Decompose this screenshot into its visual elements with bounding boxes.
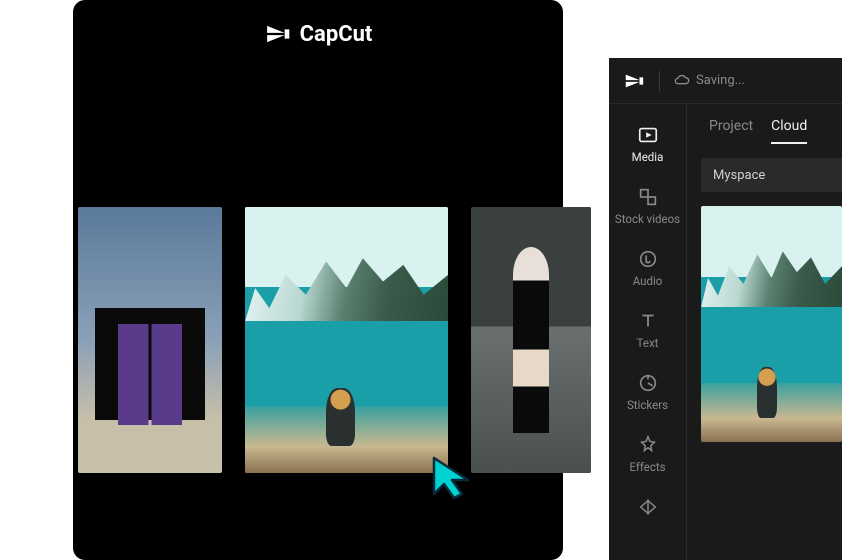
cloud-sync-icon bbox=[674, 73, 690, 89]
folder-name: Myspace bbox=[713, 168, 765, 183]
sidebar-item-transition[interactable] bbox=[609, 490, 687, 524]
editor-topbar: Saving... bbox=[609, 58, 842, 104]
text-icon bbox=[637, 310, 659, 332]
stickers-icon bbox=[637, 372, 659, 394]
app-name: CapCut bbox=[300, 22, 373, 47]
tab-cloud[interactable]: Cloud bbox=[771, 118, 807, 144]
folder-selector[interactable]: Myspace bbox=[701, 158, 842, 192]
sidebar-item-label: Media bbox=[632, 150, 664, 164]
sidebar-item-label: Stickers bbox=[627, 398, 668, 412]
divider bbox=[659, 71, 660, 91]
sidebar-item-media[interactable]: Media bbox=[609, 118, 687, 170]
media-icon bbox=[637, 124, 659, 146]
sidebar-item-text[interactable]: Text bbox=[609, 304, 687, 356]
sidebar-item-label: Stock videos bbox=[615, 212, 680, 226]
media-tabs: Project Cloud bbox=[687, 118, 842, 144]
capcut-logo-icon bbox=[264, 20, 292, 48]
audio-icon bbox=[637, 248, 659, 270]
saving-status: Saving... bbox=[674, 73, 745, 89]
stock-icon bbox=[637, 186, 659, 208]
cloud-media-thumb[interactable] bbox=[701, 206, 842, 442]
capcut-logo: CapCut bbox=[264, 20, 373, 48]
thumb-image bbox=[471, 207, 591, 473]
thumb-image bbox=[701, 206, 842, 442]
effects-icon bbox=[637, 434, 659, 456]
transition-icon bbox=[637, 496, 659, 518]
thumb-image bbox=[245, 207, 448, 473]
saving-text: Saving... bbox=[696, 73, 745, 88]
sidebar-item-label: Effects bbox=[629, 460, 665, 474]
sidebar-item-stock-videos[interactable]: Stock videos bbox=[609, 180, 687, 232]
gallery-thumb-selected[interactable] bbox=[245, 207, 448, 473]
gallery bbox=[78, 207, 591, 473]
thumb-image bbox=[78, 207, 222, 473]
capcut-logo-icon[interactable] bbox=[623, 70, 645, 92]
sidebar-item-effects[interactable]: Effects bbox=[609, 428, 687, 480]
sidebar-item-label: Audio bbox=[633, 274, 663, 288]
tab-project[interactable]: Project bbox=[709, 118, 753, 144]
gallery-thumb[interactable] bbox=[78, 207, 222, 473]
media-content: Project Cloud Myspace bbox=[687, 104, 842, 560]
sidebar-item-label: Text bbox=[637, 336, 659, 350]
sidebar-item-stickers[interactable]: Stickers bbox=[609, 366, 687, 418]
gallery-thumb[interactable] bbox=[471, 207, 591, 473]
drag-cursor-icon bbox=[428, 454, 476, 502]
sidebar-item-audio[interactable]: Audio bbox=[609, 242, 687, 294]
editor-panel: Saving... Media Stock videos Audio Text … bbox=[609, 58, 842, 560]
editor-sidebar: Media Stock videos Audio Text Stickers E… bbox=[609, 104, 687, 560]
